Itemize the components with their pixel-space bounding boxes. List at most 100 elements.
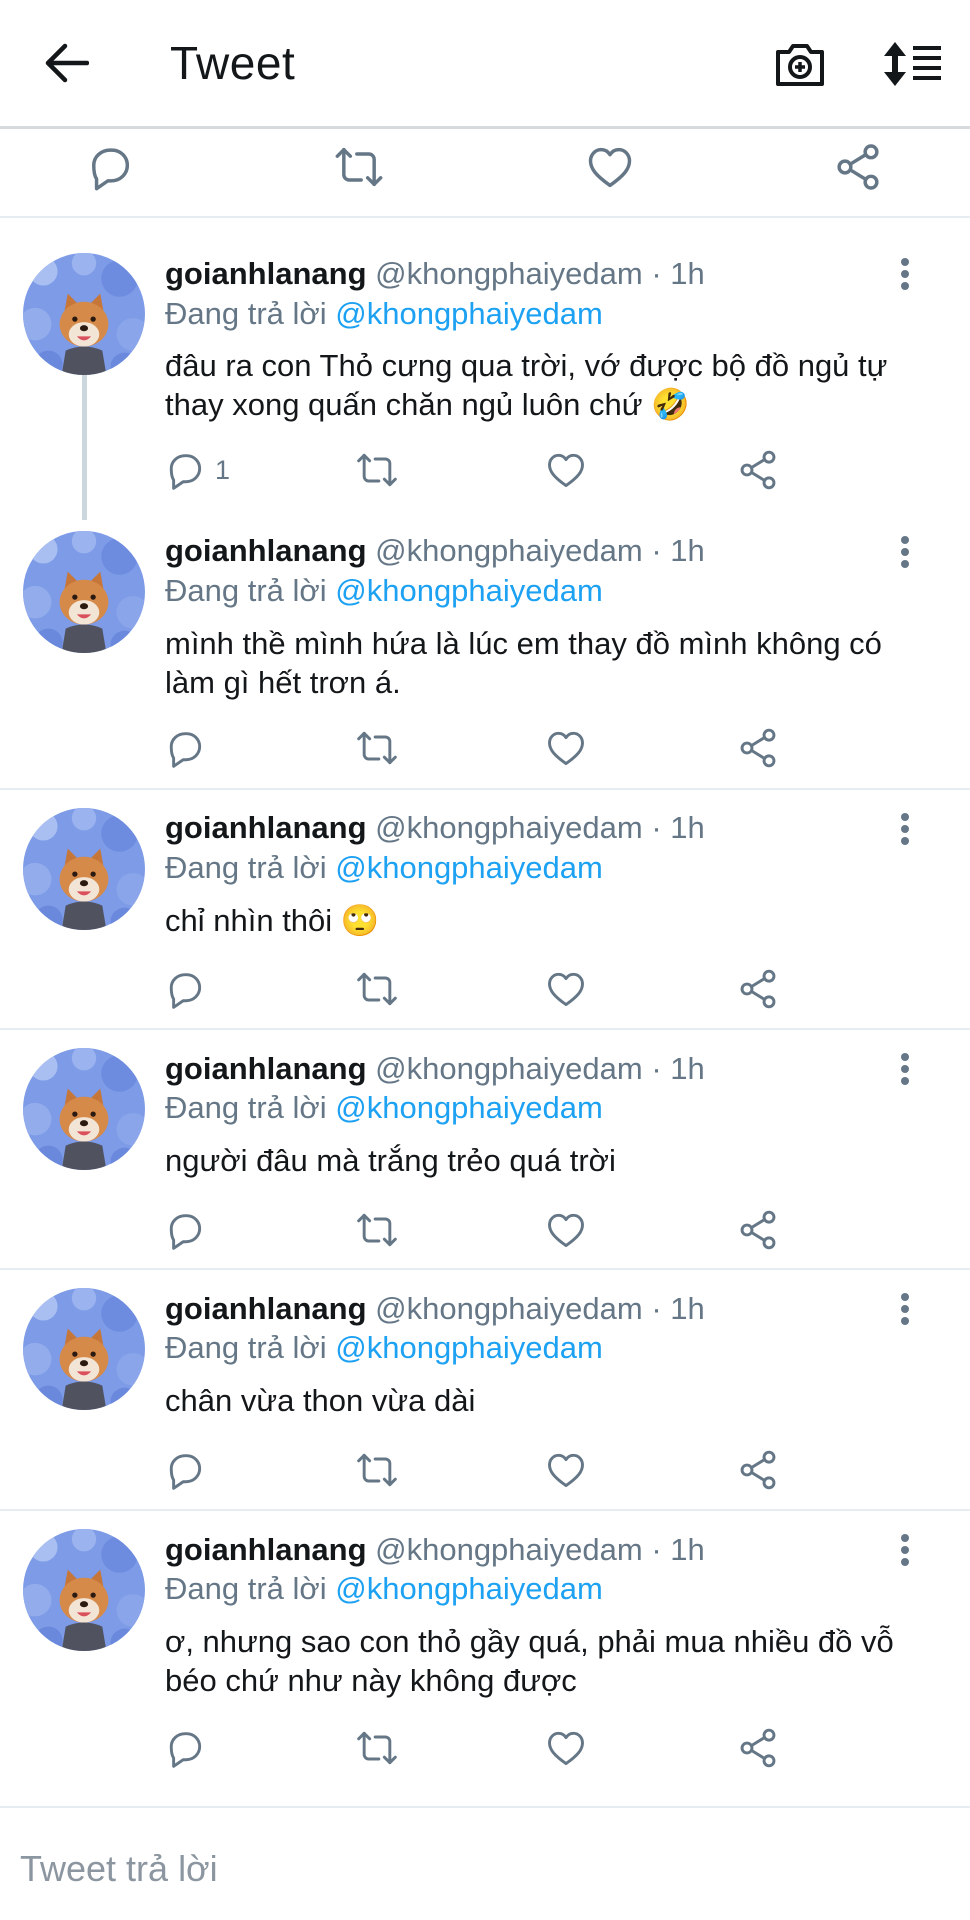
like-button[interactable] <box>544 1723 588 1773</box>
mention-link[interactable]: @khongphaiyedam <box>335 850 603 885</box>
more-options-button[interactable] <box>890 530 920 574</box>
reply-button[interactable] <box>163 964 207 1014</box>
reply-tweet[interactable]: goianhlanang @khongphaiyedam · 1h Đang t… <box>0 218 970 520</box>
mention-link[interactable]: @khongphaiyedam <box>335 1330 603 1365</box>
mention-link[interactable]: @khongphaiyedam <box>335 296 603 331</box>
reply-button[interactable] <box>163 1723 207 1773</box>
retweet-button[interactable] <box>353 445 401 495</box>
reply-tweet[interactable]: goianhlanang @khongphaiyedam · 1h Đang t… <box>0 1511 970 1806</box>
retweet-icon <box>353 1726 401 1770</box>
share-button[interactable] <box>736 723 780 773</box>
tweet-text: chân vừa thon vừa dài <box>165 1383 476 1418</box>
mention-link[interactable]: @khongphaiyedam <box>335 1090 603 1125</box>
reply-icon <box>163 726 207 770</box>
more-options-button[interactable] <box>890 252 920 296</box>
retweet-button[interactable] <box>327 137 391 197</box>
tweet-text: người đâu mà trắng trẻo quá trời <box>165 1143 616 1178</box>
more-vertical-icon <box>901 1534 909 1566</box>
share-icon <box>736 726 780 770</box>
avatar[interactable] <box>23 1048 145 1170</box>
reply-prefix: Đang trả lời <box>165 1571 327 1606</box>
avatar[interactable] <box>23 808 145 930</box>
reply-compose-bar[interactable]: Tweet trả lời <box>0 1806 970 1920</box>
username[interactable]: goianhlanang <box>165 256 367 291</box>
more-options-button[interactable] <box>890 1287 920 1331</box>
like-button[interactable] <box>544 1445 588 1495</box>
more-vertical-icon <box>901 258 909 290</box>
username[interactable]: goianhlanang <box>165 1532 367 1567</box>
reply-button[interactable] <box>78 137 142 197</box>
camera-plus-icon <box>776 44 824 86</box>
share-button[interactable] <box>736 1445 780 1495</box>
reply-icon <box>163 1448 207 1492</box>
tweet-actions <box>0 964 970 1014</box>
reply-icon <box>163 448 207 492</box>
reply-button[interactable]: 1 <box>163 445 230 495</box>
more-options-button[interactable] <box>890 1047 920 1091</box>
heart-icon <box>544 1208 588 1252</box>
share-icon <box>736 448 780 492</box>
username[interactable]: goianhlanang <box>165 1051 367 1086</box>
arrow-left-icon <box>45 43 89 83</box>
more-options-button[interactable] <box>890 807 920 851</box>
reply-tweet[interactable]: goianhlanang @khongphaiyedam · 1h Đang t… <box>0 1030 970 1270</box>
like-button[interactable] <box>578 137 642 197</box>
camera-button[interactable] <box>768 32 832 96</box>
share-icon <box>736 1448 780 1492</box>
username[interactable]: goianhlanang <box>165 533 367 568</box>
tweet-actions <box>0 1205 970 1255</box>
retweet-button[interactable] <box>353 964 401 1014</box>
reply-tweet[interactable]: goianhlanang @khongphaiyedam · 1h Đang t… <box>0 790 970 1030</box>
avatar[interactable] <box>23 531 145 653</box>
retweet-icon <box>353 726 401 770</box>
share-button[interactable] <box>736 1205 780 1255</box>
retweet-button[interactable] <box>353 1445 401 1495</box>
retweet-icon <box>353 967 401 1011</box>
handle-time: @khongphaiyedam · 1h <box>375 1051 705 1086</box>
tweet-text: đâu ra con Thỏ cưng qua trời, vớ được bộ… <box>165 348 888 422</box>
retweet-icon <box>353 1448 401 1492</box>
share-button[interactable] <box>736 1723 780 1773</box>
reply-button[interactable] <box>163 1445 207 1495</box>
like-button[interactable] <box>544 1205 588 1255</box>
retweet-button[interactable] <box>353 1205 401 1255</box>
reply-icon <box>163 967 207 1011</box>
reply-button[interactable] <box>163 1205 207 1255</box>
reply-tweet[interactable]: goianhlanang @khongphaiyedam · 1h Đang t… <box>0 1270 970 1511</box>
retweet-icon <box>353 1208 401 1252</box>
like-button[interactable] <box>544 964 588 1014</box>
reply-icon <box>84 141 136 193</box>
mention-link[interactable]: @khongphaiyedam <box>335 1571 603 1606</box>
back-button[interactable] <box>38 34 96 92</box>
reply-prefix: Đang trả lời <box>165 1090 327 1125</box>
more-options-button[interactable] <box>890 1528 920 1572</box>
handle-time: @khongphaiyedam · 1h <box>375 1532 705 1567</box>
avatar[interactable] <box>23 253 145 375</box>
share-button[interactable] <box>736 445 780 495</box>
avatar[interactable] <box>23 1529 145 1651</box>
reply-icon <box>163 1726 207 1770</box>
reply-button[interactable] <box>163 723 207 773</box>
handle-time: @khongphaiyedam · 1h <box>375 256 705 291</box>
retweet-button[interactable] <box>353 723 401 773</box>
share-button[interactable] <box>736 964 780 1014</box>
sort-icon <box>884 42 941 86</box>
handle-time: @khongphaiyedam · 1h <box>375 810 705 845</box>
share-button[interactable] <box>826 137 890 197</box>
mention-link[interactable]: @khongphaiyedam <box>335 573 603 608</box>
reply-tweet[interactable]: goianhlanang @khongphaiyedam · 1h Đang t… <box>0 520 970 790</box>
username[interactable]: goianhlanang <box>165 1291 367 1326</box>
reply-prefix: Đang trả lời <box>165 850 327 885</box>
sort-button[interactable] <box>878 32 948 96</box>
like-button[interactable] <box>544 723 588 773</box>
avatar[interactable] <box>23 1288 145 1410</box>
handle-time: @khongphaiyedam · 1h <box>375 1291 705 1326</box>
reply-prefix: Đang trả lời <box>165 573 327 608</box>
reply-input-placeholder[interactable]: Tweet trả lời <box>20 1848 218 1890</box>
retweet-button[interactable] <box>353 1723 401 1773</box>
heart-icon <box>544 448 588 492</box>
share-icon <box>736 1208 780 1252</box>
tweet-actions <box>0 1723 970 1773</box>
username[interactable]: goianhlanang <box>165 810 367 845</box>
like-button[interactable] <box>544 445 588 495</box>
